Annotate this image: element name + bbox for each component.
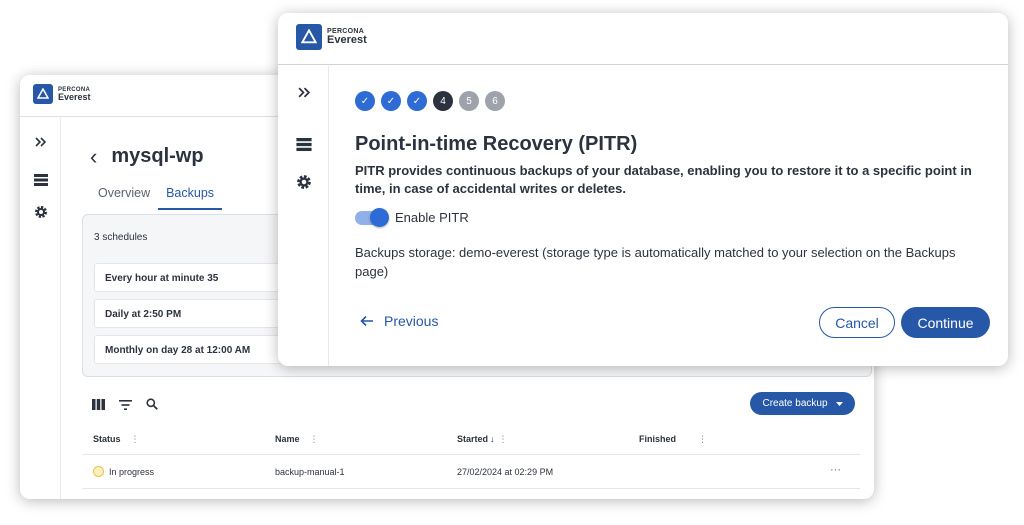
create-backup-label: Create backup <box>762 398 828 409</box>
column-label: Started <box>457 434 489 444</box>
table-row[interactable]: In progress backup-manual-1 27/02/2024 a… <box>82 456 860 489</box>
create-backup-button[interactable]: Create backup <box>750 392 855 415</box>
column-menu-icon[interactable]: ⋮ <box>698 434 707 444</box>
previous-label: Previous <box>384 313 439 329</box>
backups-storage-text: Backups storage: demo-everest (storage t… <box>355 245 956 279</box>
caret-down-icon <box>835 401 843 406</box>
column-label: Status <box>93 434 121 444</box>
column-menu-icon[interactable]: ⋮ <box>310 434 319 444</box>
tab-backups[interactable]: Backups <box>158 186 223 210</box>
pitr-wizard-window: PERCONA Everest ✓ ✓ ✓ 4 5 6 Point-in-tim… <box>278 13 1008 366</box>
top-bar: PERCONA Everest <box>278 13 1008 65</box>
percona-logo-icon <box>296 24 322 50</box>
step-2-complete-icon[interactable]: ✓ <box>381 91 401 111</box>
continue-button[interactable]: Continue <box>901 307 990 338</box>
previous-button[interactable]: Previous <box>360 313 438 329</box>
database-icon[interactable] <box>31 170 51 190</box>
status-cell: In progress <box>93 466 155 478</box>
logo-line-2: Everest <box>327 34 367 46</box>
column-header-finished[interactable]: Finished ⋮ <box>639 434 707 445</box>
step-3-complete-icon[interactable]: ✓ <box>407 91 427 111</box>
column-header-started[interactable]: Started ↓ ⋮ <box>457 434 508 445</box>
percona-logo-icon <box>33 84 53 104</box>
schedules-count: 3 schedules <box>94 232 148 243</box>
row-menu-icon[interactable]: ··· <box>830 464 841 476</box>
started-cell: 27/02/2024 at 02:29 PM <box>457 467 554 477</box>
logo-line-2: Everest <box>58 91 91 102</box>
column-header-name[interactable]: Name ⋮ <box>275 434 319 445</box>
search-icon[interactable] <box>146 397 158 415</box>
arrow-left-icon <box>360 315 373 327</box>
name-cell: backup-manual-1 <box>275 467 345 477</box>
cancel-button[interactable]: Cancel <box>819 307 895 338</box>
tab-overview[interactable]: Overview <box>90 186 158 210</box>
page-title: mysql-wp <box>111 145 204 167</box>
percona-logo[interactable]: PERCONA Everest <box>33 84 91 104</box>
column-label: Name <box>275 434 300 444</box>
filter-icon[interactable] <box>119 397 132 415</box>
columns-icon[interactable] <box>92 397 105 415</box>
in-progress-icon <box>93 466 104 478</box>
title-row: ‹ mysql-wp <box>90 145 204 168</box>
column-label: Finished <box>639 434 677 444</box>
column-menu-icon[interactable]: ⋮ <box>131 434 140 444</box>
database-icon[interactable] <box>294 134 314 154</box>
column-menu-icon[interactable]: ⋮ <box>499 434 508 444</box>
toggle-label: Enable PITR <box>395 210 469 225</box>
enable-pitr-toggle[interactable]: Enable PITR <box>355 207 469 227</box>
toggle-knob <box>370 207 389 227</box>
step-1-complete-icon[interactable]: ✓ <box>355 91 375 111</box>
column-header-status[interactable]: Status ⋮ <box>93 434 140 445</box>
toggle-switch[interactable] <box>355 207 389 227</box>
logo-text: PERCONA Everest <box>327 28 367 46</box>
expand-icon[interactable] <box>31 132 51 152</box>
tabs: Overview Backups <box>90 186 223 210</box>
sidebar <box>20 118 61 499</box>
table-toolbar <box>92 397 158 415</box>
gear-icon[interactable] <box>294 172 314 192</box>
logo-text: PERCONA Everest <box>58 87 91 102</box>
gear-icon[interactable] <box>31 202 51 222</box>
status-text: In progress <box>109 467 155 477</box>
sort-arrow-icon[interactable]: ↓ <box>490 434 495 444</box>
table-header: Status ⋮ Name ⋮ Started ↓ ⋮ Finished ⋮ <box>82 425 860 455</box>
wizard-description: PITR provides continuous backups of your… <box>355 163 972 196</box>
stepper: ✓ ✓ ✓ 4 5 6 <box>355 91 505 111</box>
step-6-pending: 6 <box>485 91 505 111</box>
step-4-current: 4 <box>433 91 453 111</box>
step-5-pending: 5 <box>459 91 479 111</box>
sidebar <box>278 66 329 366</box>
expand-icon[interactable] <box>294 82 314 102</box>
percona-logo[interactable]: PERCONA Everest <box>296 24 367 50</box>
back-arrow-icon[interactable]: ‹ <box>90 145 97 168</box>
wizard-title: Point-in-time Recovery (PITR) <box>355 133 638 155</box>
